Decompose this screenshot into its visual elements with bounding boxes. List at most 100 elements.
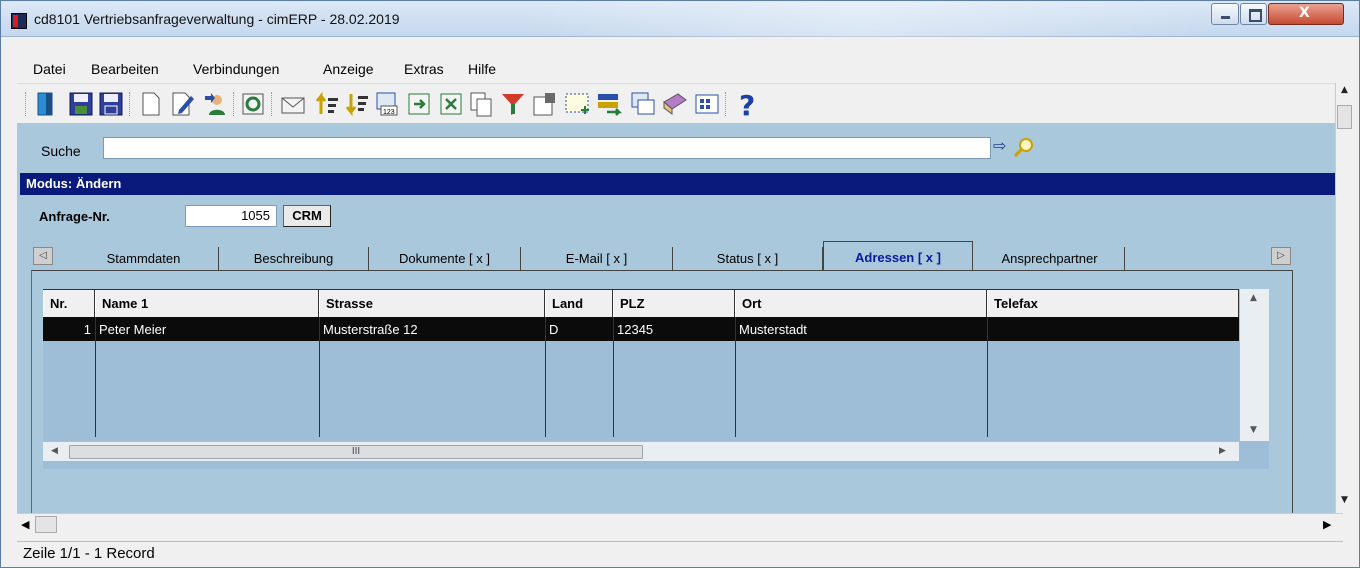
request-number-field[interactable]: 1055 [185,205,277,227]
transfer-icon[interactable] [595,90,623,118]
menu-extras[interactable]: Extras [404,61,444,77]
column-divider [95,317,96,437]
column-divider [987,317,988,437]
horizontal-scroll-thumb[interactable] [35,516,57,533]
column-header-ort[interactable]: Ort [735,290,987,318]
copy-doc-icon[interactable] [467,90,495,118]
mail-icon[interactable] [279,90,307,118]
search-label: Suche [41,143,81,159]
copy-user-icon[interactable] [201,90,229,118]
window-title: cd8101 Vertriebsanfrageverwaltung - cimE… [34,11,400,27]
close-button[interactable] [1268,3,1344,25]
properties-icon[interactable] [531,90,559,118]
sort-descending-icon[interactable] [343,90,371,118]
refresh-icon[interactable] [239,90,267,118]
help-icon[interactable]: ? [733,90,761,118]
table-row-selected[interactable]: 1 Peter Meier Musterstraße 12 D 12345 Mu… [43,317,1239,341]
table-vertical-scrollbar[interactable]: ▲ ▼ [1239,289,1269,441]
tab-adressen[interactable]: Adressen [ x ] [823,241,973,271]
cell-ort: Musterstadt [739,322,807,337]
tab-beschreibung[interactable]: Beschreibung [219,247,369,271]
column-header-nr[interactable]: Nr. [43,290,95,318]
application-window: cd8101 Vertriebsanfrageverwaltung - cimE… [0,0,1360,568]
maximize-button[interactable] [1240,3,1267,25]
status-bar: Zeile 1/1 - 1 Record [17,541,1343,565]
column-divider [545,317,546,437]
save-copy-icon[interactable] [67,90,95,118]
menu-hilfe[interactable]: Hilfe [468,61,496,77]
book-icon[interactable] [661,90,689,118]
crm-button[interactable]: CRM [283,205,331,227]
toolbar: 123 ? [17,83,1335,123]
scroll-left-arrow-icon[interactable]: ◀ [21,518,29,531]
go-arrow-icon[interactable]: ⇨ [993,136,1006,155]
number-list-icon[interactable]: 123 [373,90,401,118]
table-scroll-thumb[interactable]: III [69,445,643,459]
export-icon[interactable] [405,90,433,118]
column-header-telefax[interactable]: Telefax [987,290,1239,318]
tab-e-mail[interactable]: E-Mail [ x ] [521,247,673,271]
table-horizontal-scrollbar[interactable]: ◀ III ▶ [43,441,1239,461]
column-header-strasse[interactable]: Strasse [319,290,545,318]
toolbar-separator [725,92,728,116]
cell-land: D [549,322,559,337]
window-vertical-scrollbar[interactable]: ▲ ▼ [1335,83,1353,513]
column-divider [735,317,736,437]
new-document-icon[interactable] [137,90,165,118]
column-header-plz[interactable]: PLZ [613,290,735,318]
cell-nr: 1 [83,322,91,337]
cell-name: Peter Meier [99,322,167,337]
toolbar-separator [233,92,236,116]
app-icon [11,13,27,29]
column-header-name[interactable]: Name 1 [95,290,319,318]
search-icon[interactable] [1013,137,1035,159]
window-horizontal-scrollbar[interactable]: ◀ ▶ [17,513,1343,535]
table-scroll-down-icon[interactable]: ▼ [1250,425,1257,435]
request-number-label: Anfrage-Nr. [39,209,110,224]
toolbar-separator [271,92,274,116]
cell-strasse: Musterstraße 12 [323,322,418,337]
windows-icon[interactable] [629,90,657,118]
sort-ascending-icon[interactable] [313,90,341,118]
tab-ansprechpartner[interactable]: Ansprechpartner [975,247,1125,271]
mode-bar: Modus: Ändern [20,173,1335,195]
tab-status[interactable]: Status [ x ] [673,247,823,271]
edit-document-icon[interactable] [169,90,197,118]
tab-scroll-left-icon[interactable]: ◁ [33,247,53,265]
search-input[interactable] [103,137,991,159]
cell-plz: 12345 [617,322,654,337]
menu-anzeige[interactable]: Anzeige [323,61,374,77]
title-bar-highlight [521,1,1201,37]
table-scroll-right-icon[interactable]: ▶ [1219,446,1226,456]
tab-scroll-right-icon[interactable]: ▷ [1271,247,1291,265]
menu-bearbeiten[interactable]: Bearbeiten [91,61,159,77]
menu-verbindungen[interactable]: Verbindungen [193,61,279,77]
toolbar-separator [129,92,132,116]
minimize-button[interactable] [1211,3,1239,25]
title-bar[interactable]: cd8101 Vertriebsanfrageverwaltung - cimE… [1,1,1359,37]
column-divider [613,317,614,437]
tab-stammdaten[interactable]: Stammdaten [69,247,219,271]
scroll-up-arrow-icon[interactable]: ▲ [1336,85,1353,101]
scroll-right-arrow-icon[interactable]: ▶ [1323,518,1331,531]
grid-icon[interactable] [693,90,721,118]
exit-door-icon[interactable] [33,90,61,118]
cell-telefax [987,317,1239,341]
excel-icon[interactable] [437,90,465,118]
select-icon[interactable] [563,90,591,118]
save-icon[interactable] [97,90,125,118]
menu-datei[interactable]: Datei [33,61,66,77]
table-scroll-left-icon[interactable]: ◀ [51,446,58,456]
filter-icon[interactable] [499,90,527,118]
scroll-thumb[interactable] [1337,105,1352,129]
table-header: Nr. Name 1 Strasse Land PLZ Ort Telefax [43,289,1239,318]
table-scroll-up-icon[interactable]: ▲ [1250,293,1257,303]
column-header-land[interactable]: Land [545,290,613,318]
main-panel: Suche ⇨ Modus: Ändern Anfrage-Nr. 1055 C… [17,123,1335,513]
toolbar-grip [25,92,28,116]
scroll-down-arrow-icon[interactable]: ▼ [1336,495,1353,511]
svg-text:123: 123 [383,109,395,116]
svg-text:?: ? [739,90,755,118]
tab-dokumente[interactable]: Dokumente [ x ] [369,247,521,271]
column-divider [319,317,320,437]
